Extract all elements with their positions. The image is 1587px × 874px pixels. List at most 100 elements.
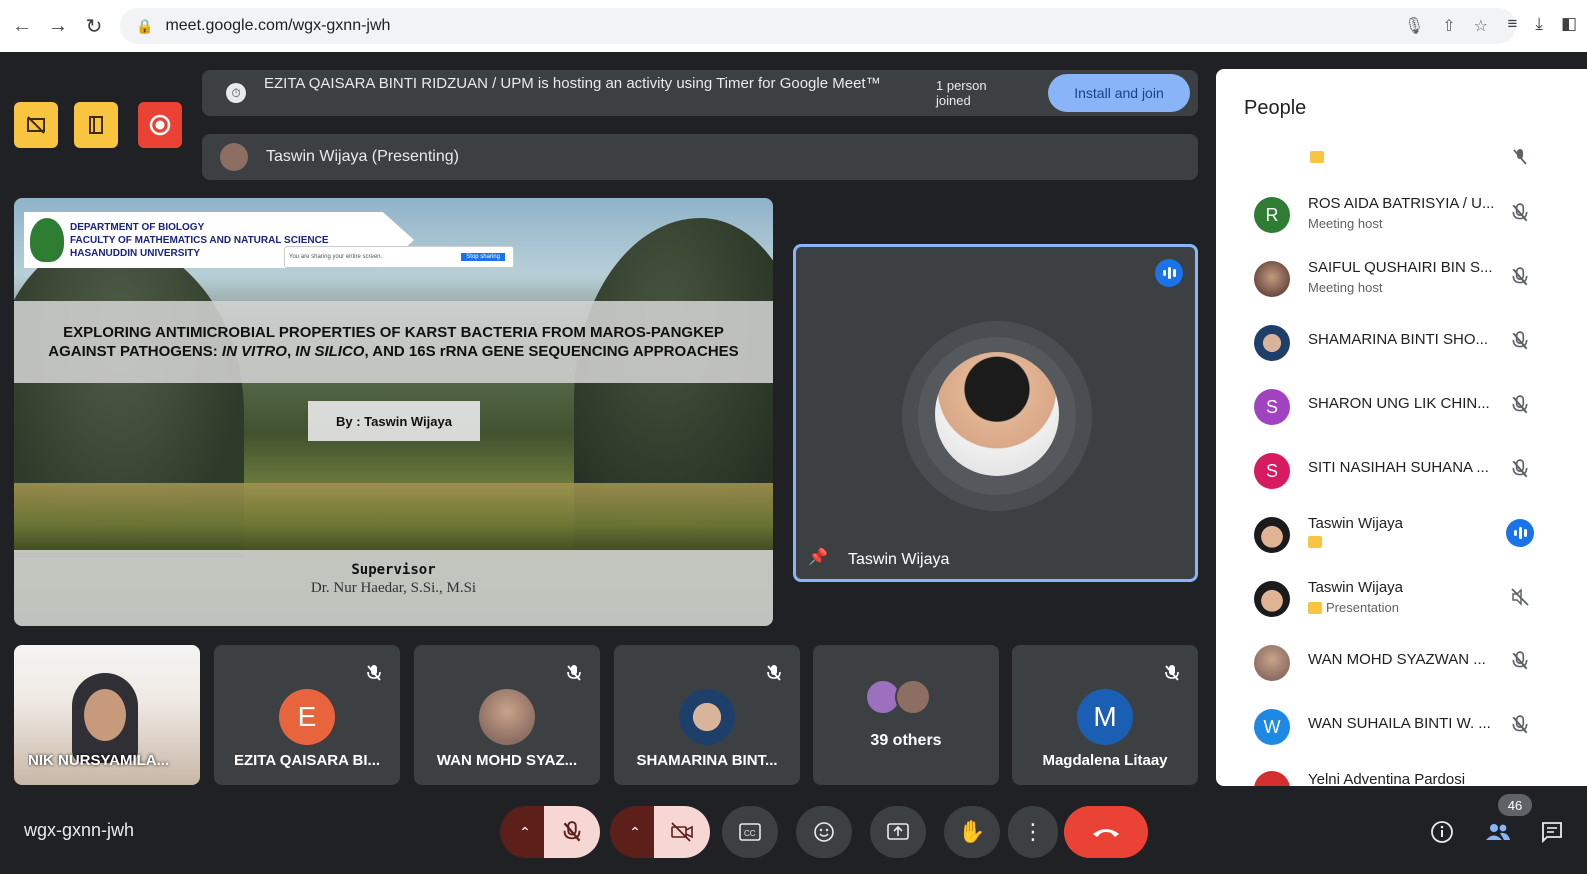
participant-name: WAN SUHAILA BINTI W. ...	[1308, 715, 1491, 732]
participant-role-text: Presentation	[1326, 600, 1399, 615]
raise-hand-button[interactable]: ✋	[944, 806, 1000, 858]
mic-off-icon	[563, 821, 581, 842]
timer-icon: ⏱	[226, 83, 246, 103]
avatar	[1254, 581, 1290, 617]
screen-share-notice: You are sharing your entire screen. Stop…	[284, 246, 514, 268]
avatar	[895, 679, 931, 715]
leave-call-button[interactable]	[1064, 806, 1148, 858]
reactions-button[interactable]	[796, 806, 852, 858]
participant-list-item[interactable]: Taswin Wijaya	[1216, 503, 1587, 563]
avatar: S	[1254, 453, 1290, 489]
mic-off-icon[interactable]	[1508, 329, 1532, 353]
avatar: E	[279, 689, 335, 745]
mic-icon[interactable]: 🎙	[1404, 16, 1424, 36]
avatar	[1254, 517, 1290, 553]
participant-list-item[interactable]: W WAN SUHAILA BINTI W. ...	[1216, 695, 1587, 755]
participant-list-item[interactable]	[1216, 145, 1587, 175]
reading-list-icon[interactable]: ≡	[1508, 14, 1518, 34]
bookmark-star-icon[interactable]: ☆	[1474, 16, 1488, 36]
mic-off-icon[interactable]	[1508, 649, 1532, 673]
address-bar[interactable]: 🔒 meet.google.com/wgx-gxnn-jwh 🎙 ⇧ ☆	[120, 8, 1516, 44]
activity-banner: ⏱ EZITA QAISARA BINTI RIDZUAN / UPM is h…	[202, 70, 1198, 116]
others-tile[interactable]: 39 others	[813, 645, 999, 785]
participant-tile[interactable]: WAN MOHD SYAZ...	[414, 645, 600, 785]
presentation-slide[interactable]: DEPARTMENT OF BIOLOGY FACULTY OF MATHEMA…	[14, 198, 773, 626]
mic-off-icon[interactable]	[1508, 457, 1532, 481]
more-options-button[interactable]: ⋮	[1008, 806, 1058, 858]
mic-off-icon[interactable]	[1508, 713, 1532, 737]
mic-off-icon[interactable]	[1508, 393, 1532, 417]
people-icon	[1486, 824, 1510, 840]
download-icon[interactable]: ⤓	[1535, 14, 1543, 34]
avatar: S	[1254, 389, 1290, 425]
avatar: M	[1077, 689, 1133, 745]
pin-icon[interactable]: 📌	[808, 547, 828, 569]
participant-list-item[interactable]: WAN MOHD SYAZWAN ...	[1216, 631, 1587, 691]
people-button[interactable]	[1484, 818, 1512, 846]
slide-title-band: EXPLORING ANTIMICROBIAL PROPERTIES OF KA…	[14, 301, 773, 383]
reload-icon[interactable]: ↻	[80, 12, 108, 40]
captions-icon: CC	[739, 823, 761, 841]
install-and-join-button[interactable]: Install and join	[1048, 74, 1190, 112]
banner-joined-count: 1 person joined	[936, 78, 987, 108]
participant-tile[interactable]: E EZITA QAISARA BI...	[214, 645, 400, 785]
participant-tile[interactable]: NIK NURSYAMILA...	[14, 645, 200, 785]
university-logo	[30, 218, 64, 262]
microphone-toggle-button[interactable]	[544, 806, 600, 858]
participant-list-item[interactable]: S SHARON UNG LIK CHIN...	[1216, 375, 1587, 435]
captions-button[interactable]: CC	[722, 806, 778, 858]
supervisor-label: Supervisor	[351, 562, 436, 578]
presenting-bar[interactable]: Taswin Wijaya (Presenting)	[202, 134, 1198, 180]
svg-text:CC: CC	[744, 829, 756, 838]
avatar	[1254, 261, 1290, 297]
recording-button[interactable]	[138, 102, 182, 148]
info-icon	[1431, 821, 1453, 843]
avatar	[479, 689, 535, 745]
participant-name: SHAMARINA BINTI SHO...	[1308, 331, 1489, 348]
participant-list-item[interactable]: Yelni Adventina Pardosi	[1216, 759, 1587, 786]
mic-off-icon[interactable]	[1508, 145, 1532, 169]
mic-off-icon[interactable]	[1508, 201, 1532, 225]
stop-sharing-button: Stop sharing	[461, 253, 505, 261]
participant-list-item[interactable]: R ROS AIDA BATRISYIA / U... Meeting host	[1216, 183, 1587, 243]
participant-tile[interactable]: M Magdalena Litaay	[1012, 645, 1198, 785]
whiteboard-button[interactable]	[74, 102, 118, 148]
participant-tile[interactable]: SHAMARINA BINT...	[614, 645, 800, 785]
more-vert-icon: ⋮	[1022, 819, 1044, 844]
participant-name: Taswin Wijaya	[1308, 579, 1404, 596]
emoji-icon	[814, 822, 834, 842]
meeting-details-button[interactable]	[1428, 818, 1456, 846]
supervisor-name: Dr. Nur Haedar, S.Si., M.Si	[310, 580, 477, 596]
back-icon[interactable]: ←	[8, 12, 36, 40]
share-icon[interactable]: ⇧	[1442, 16, 1455, 36]
participant-list-item[interactable]: S SITI NASIHAH SUHANA ...	[1216, 439, 1587, 499]
dept-line: DEPARTMENT OF BIOLOGY	[70, 222, 205, 233]
slide-title-italic: IN SILICO	[295, 343, 365, 360]
active-speaker-tile[interactable]: 📌 Taswin Wijaya	[793, 244, 1198, 582]
volume-off-icon[interactable]	[1508, 585, 1532, 609]
forward-icon[interactable]: →	[44, 12, 72, 40]
camera-toggle-button[interactable]	[654, 806, 710, 858]
panel-title: People	[1244, 97, 1307, 119]
present-now-button[interactable]	[870, 806, 926, 858]
audio-settings-button[interactable]: ⌃	[500, 806, 550, 858]
participant-role: Meeting host	[1308, 280, 1383, 295]
participant-name: SITI NASIHAH SUHANA ...	[1308, 459, 1489, 476]
participant-list-item[interactable]: SHAMARINA BINTI SHO...	[1216, 311, 1587, 371]
chat-button[interactable]	[1538, 818, 1566, 846]
meeting-code: wgx-gxnn-jwh	[24, 820, 135, 840]
video-settings-button[interactable]: ⌃	[610, 806, 660, 858]
avatar	[220, 143, 248, 171]
participant-list-item[interactable]: Taswin Wijaya Presentation	[1216, 567, 1587, 627]
people-panel: People R ROS AIDA BATRISYIA / U... Meeti…	[1216, 69, 1587, 786]
avatar: R	[1254, 197, 1290, 233]
participant-list-item[interactable]: SAIFUL QUSHAIRI BIN S... Meeting host	[1216, 247, 1587, 307]
speaker-name: Taswin Wijaya	[848, 551, 950, 568]
side-panel-icon[interactable]: ◧	[1561, 14, 1577, 34]
stop-presenting-button[interactable]	[14, 102, 58, 148]
presentation-tag-icon	[1308, 601, 1322, 614]
slide-author: By : Taswin Wijaya	[308, 401, 480, 441]
avatar	[1254, 771, 1290, 786]
mic-off-icon[interactable]	[1508, 265, 1532, 289]
participant-name: NIK NURSYAMILA...	[28, 752, 170, 769]
